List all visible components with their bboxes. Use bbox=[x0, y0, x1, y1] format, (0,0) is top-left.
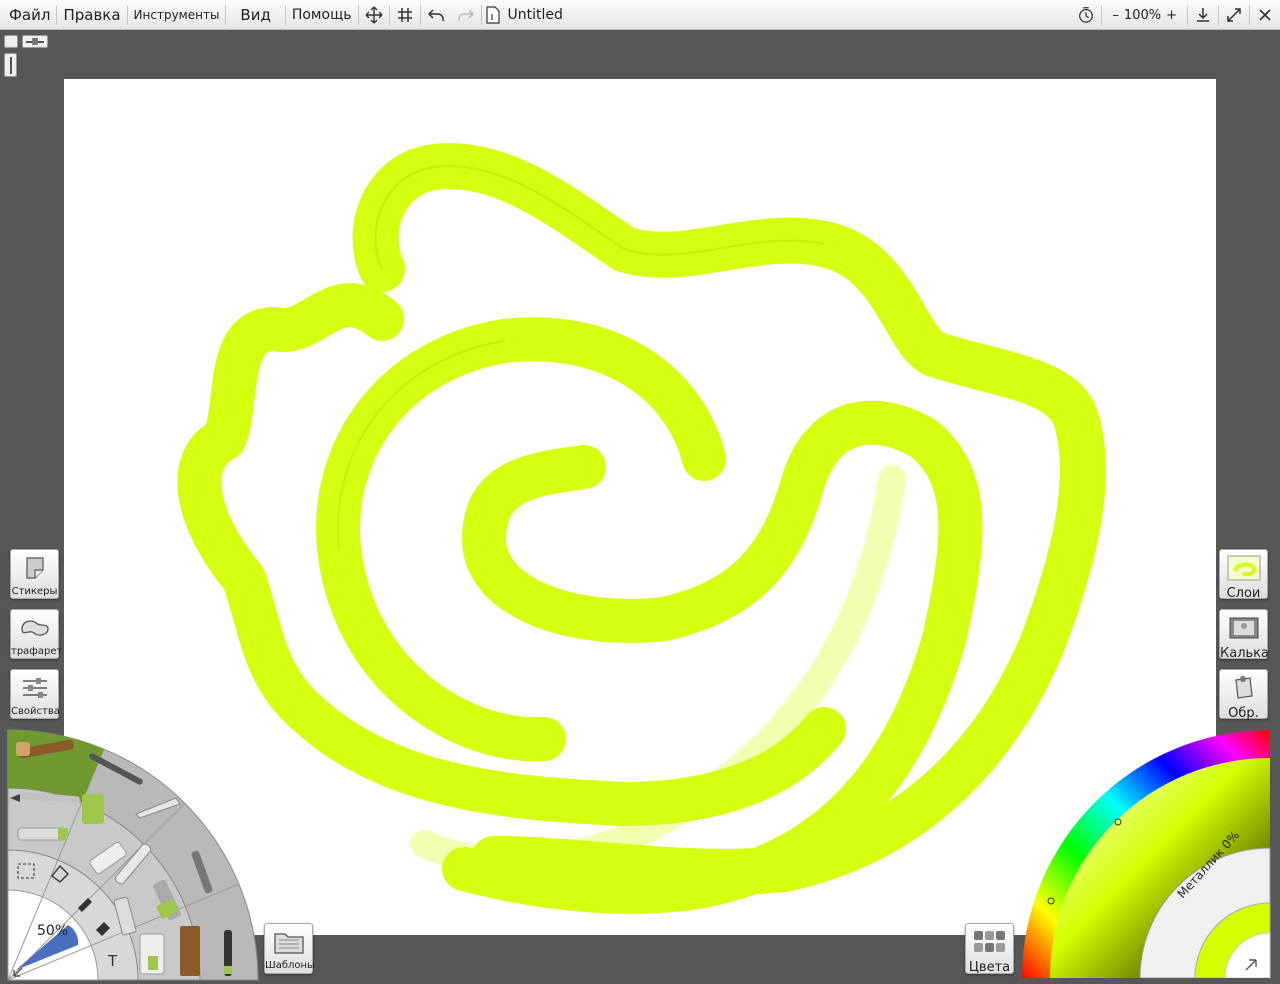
layer-thumbnail-icon bbox=[1220, 550, 1267, 586]
opacity-slider-handle[interactable] bbox=[4, 53, 17, 77]
menu-view[interactable]: Вид bbox=[226, 0, 284, 30]
colors-button[interactable]: Цвета bbox=[965, 923, 1014, 975]
sliders-icon bbox=[11, 670, 58, 706]
color-picker[interactable] bbox=[1020, 728, 1272, 979]
stencil-button[interactable]: трафарет bbox=[10, 609, 63, 659]
document-icon bbox=[485, 5, 500, 24]
pinned-note-icon bbox=[1220, 670, 1267, 706]
tracing-label: Калька bbox=[1220, 646, 1269, 661]
brush-slider-handle[interactable] bbox=[22, 35, 48, 48]
tool-wheel[interactable]: T bbox=[7, 729, 259, 981]
undo-icon[interactable] bbox=[421, 0, 451, 30]
svg-text:T: T bbox=[107, 952, 118, 970]
layers-label: Слои bbox=[1226, 586, 1261, 601]
stencil-icon bbox=[11, 610, 58, 646]
reference-label: Обр. bbox=[1228, 706, 1259, 721]
menu-tools[interactable]: Инструменты bbox=[128, 0, 226, 30]
colors-label: Цвета bbox=[968, 960, 1011, 975]
folder-icon bbox=[265, 924, 312, 960]
menu-help[interactable]: Помощь bbox=[286, 0, 358, 30]
move-canvas-icon[interactable] bbox=[359, 0, 389, 30]
zoom-out-button[interactable]: – bbox=[1112, 8, 1119, 23]
fullscreen-icon[interactable] bbox=[1219, 0, 1249, 30]
right-toolbar: – 100% + bbox=[1071, 0, 1280, 30]
pin-icon[interactable] bbox=[4, 35, 18, 48]
pen-tool[interactable] bbox=[224, 930, 232, 976]
properties-button[interactable]: Свойства bbox=[10, 669, 60, 719]
menu-bar: Файл Правка Инструменты Вид Помощь Untit… bbox=[0, 0, 1280, 30]
oil-tube-tool[interactable] bbox=[82, 794, 104, 824]
close-icon[interactable] bbox=[1250, 0, 1280, 30]
paint-tube-tool[interactable] bbox=[139, 933, 165, 975]
text-tool-icon[interactable]: T bbox=[107, 952, 118, 970]
document-title[interactable]: Untitled bbox=[482, 5, 563, 24]
tracing-button[interactable]: Калька bbox=[1219, 609, 1269, 661]
zoom-in-button[interactable]: + bbox=[1166, 8, 1177, 23]
zoom-level: 100% bbox=[1123, 7, 1162, 23]
templates-button[interactable]: Шаблоны bbox=[264, 923, 315, 974]
menu-file[interactable]: Файл bbox=[0, 0, 56, 30]
zoom-control[interactable]: – 100% + bbox=[1102, 8, 1187, 23]
stickers-button[interactable]: Стикеры bbox=[10, 549, 59, 599]
flat-brush-tool[interactable] bbox=[180, 926, 200, 976]
grid-icon[interactable] bbox=[390, 0, 420, 30]
stickers-label: Стикеры bbox=[11, 586, 58, 597]
reference-button[interactable]: Обр. bbox=[1219, 669, 1268, 721]
layers-button[interactable]: Слои bbox=[1219, 549, 1268, 601]
timelapse-icon[interactable] bbox=[1071, 0, 1101, 30]
swatches-icon bbox=[966, 924, 1013, 960]
brush-size-value: 50% bbox=[37, 923, 69, 939]
stencil-label: трафарет bbox=[11, 646, 63, 657]
templates-label: Шаблоны bbox=[265, 960, 315, 971]
tracing-icon bbox=[1220, 610, 1267, 646]
sticker-icon bbox=[11, 550, 58, 586]
properties-label: Свойства bbox=[11, 706, 60, 717]
document-title-label: Untitled bbox=[507, 6, 563, 23]
download-icon[interactable] bbox=[1188, 0, 1218, 30]
redo-icon[interactable] bbox=[451, 0, 481, 30]
menu-edit[interactable]: Правка bbox=[57, 0, 126, 30]
marker-tool[interactable] bbox=[17, 827, 68, 841]
